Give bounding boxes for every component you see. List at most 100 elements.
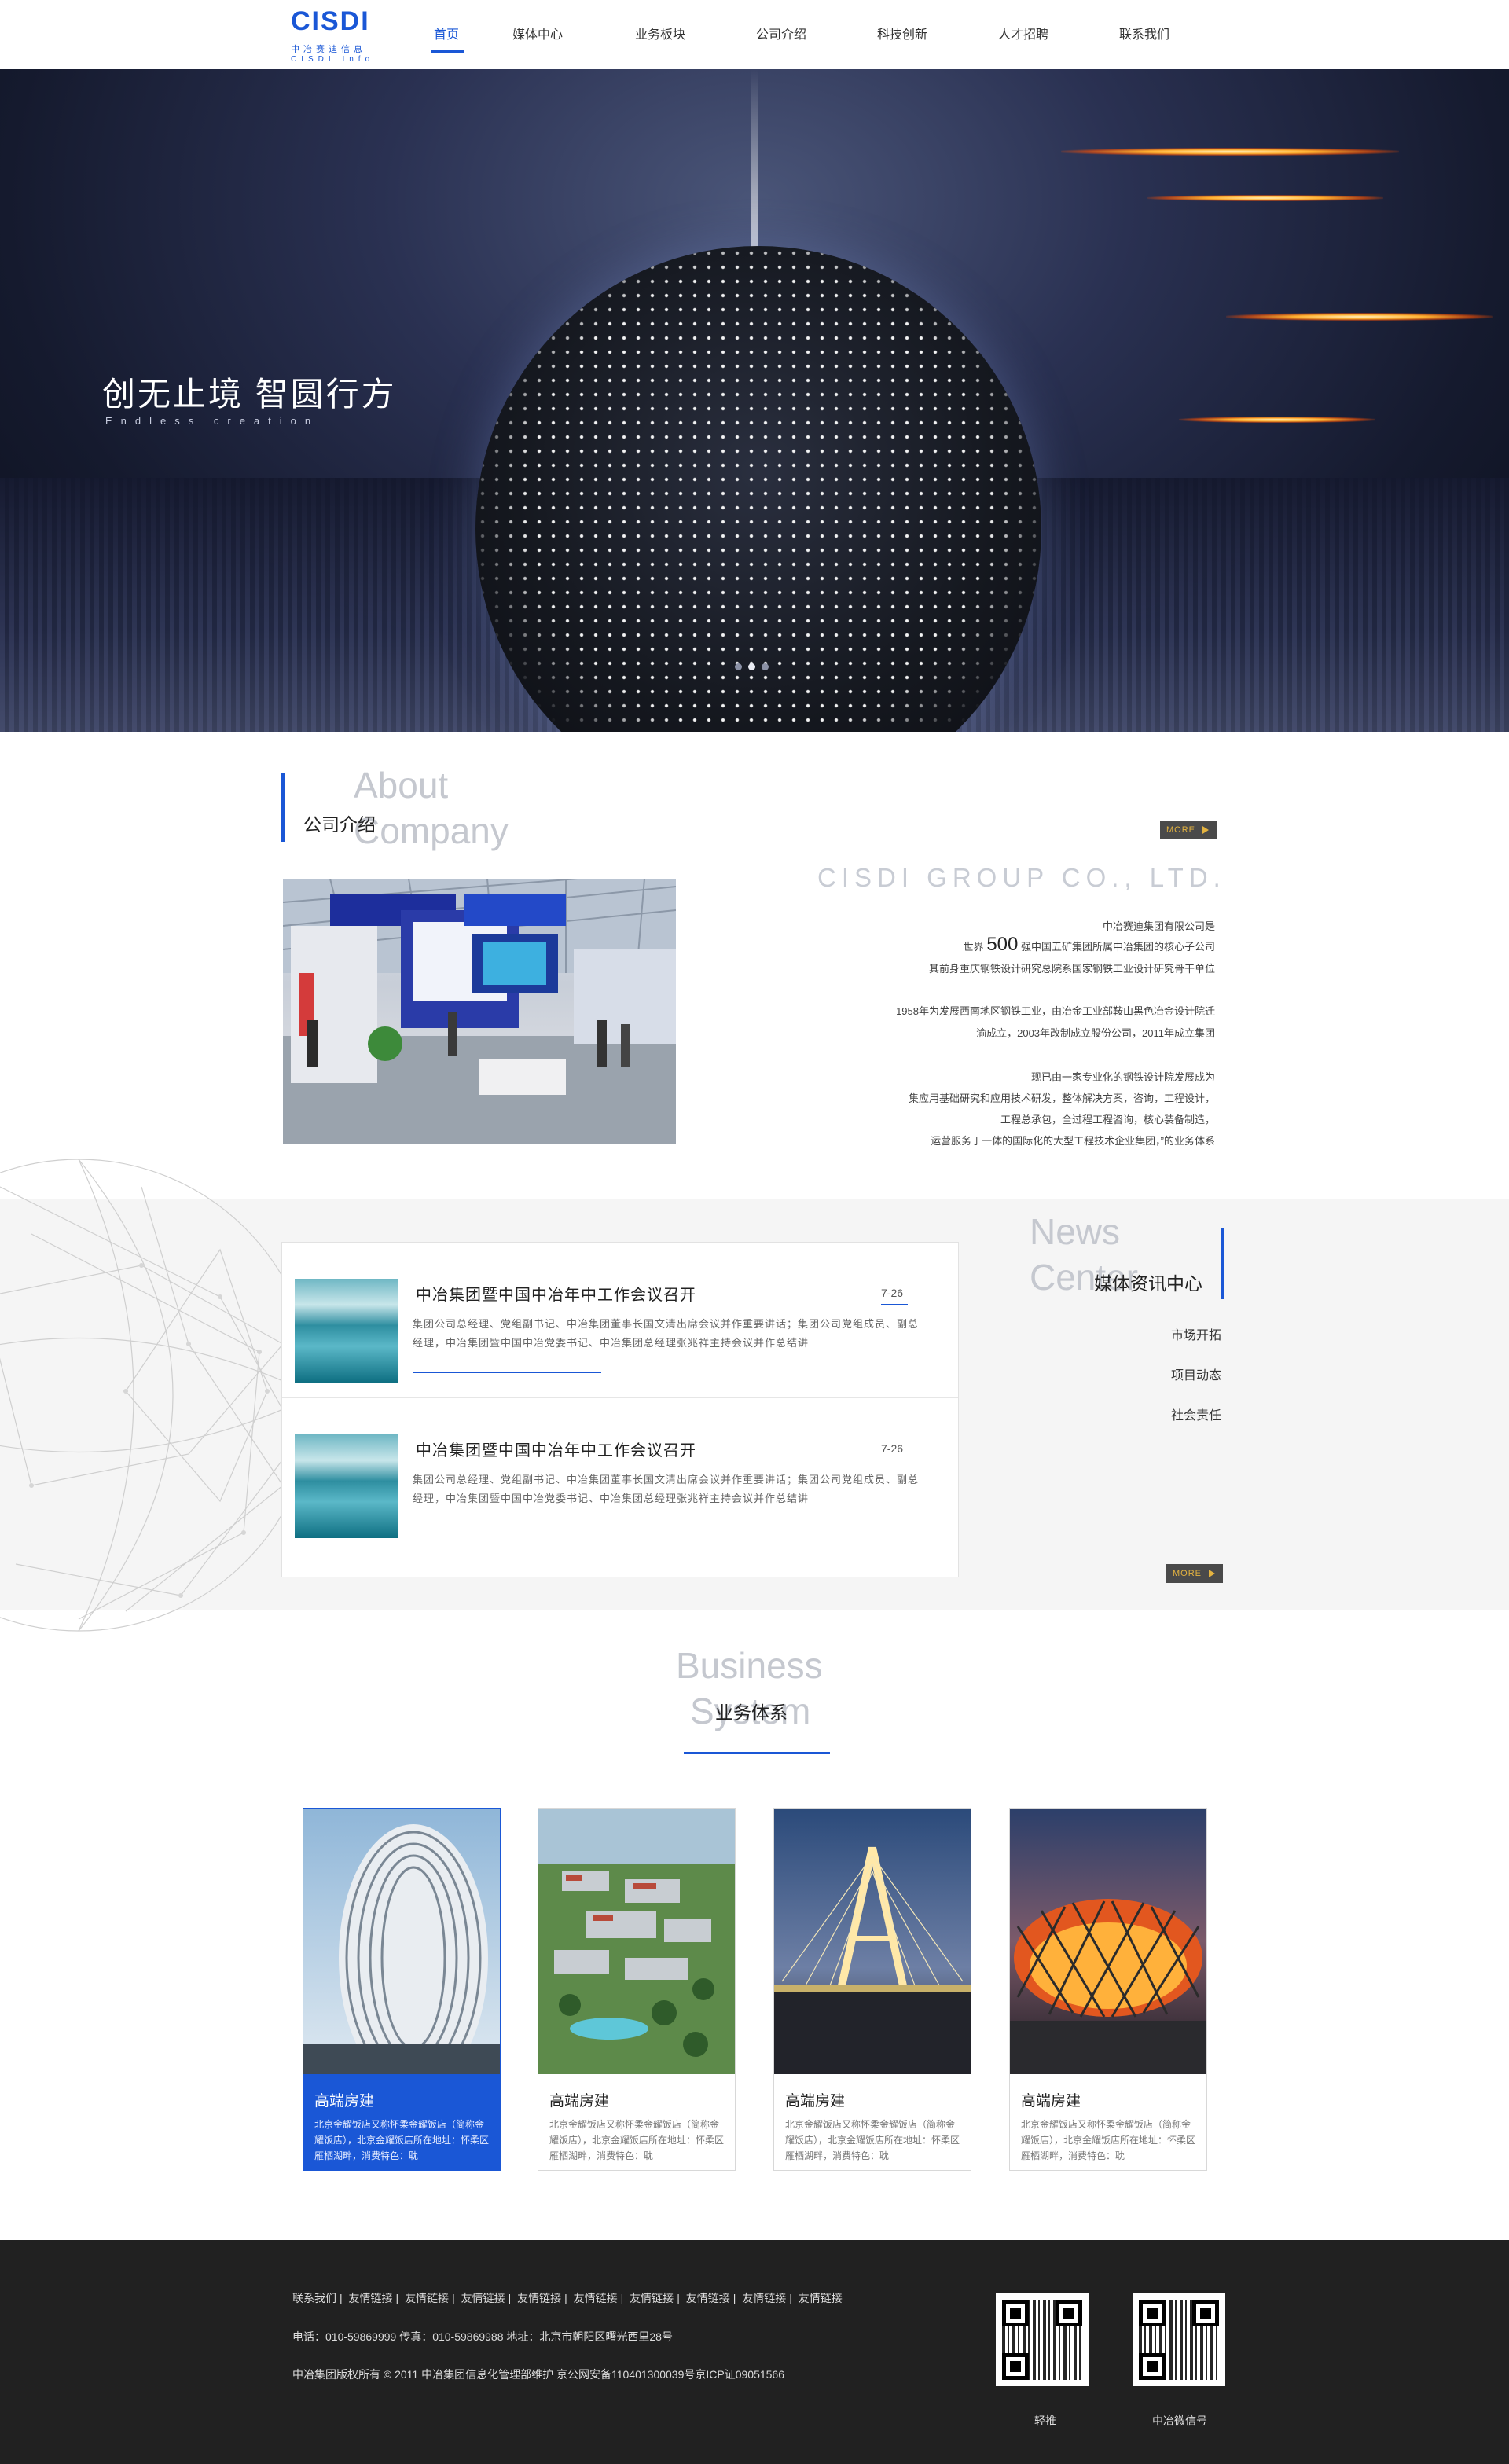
- business-card-desc: 北京金耀饭店又称怀柔金耀饭店（简称金耀饭店），北京金耀饭店所在地址：怀柔区雁栖湖…: [549, 2119, 725, 2161]
- news-heading: 媒体资讯中心: [1094, 1273, 1202, 1294]
- nav-home[interactable]: 首页: [434, 24, 459, 42]
- footer-links: 联系我们 | 友情链接 | 友情链接 | 友情链接 | 友情链接 | 友情链接 | 友情链接…: [292, 2290, 846, 2306]
- logo-cn-text: 中冶赛迪信息: [291, 45, 366, 54]
- news-category-social[interactable]: 社会责任: [1064, 1405, 1221, 1423]
- footer-link[interactable]: 友情链接: [630, 2292, 674, 2304]
- business-card-desc: 北京金耀饭店又称怀柔金耀饭店（简称金耀饭店），北京金耀饭店所在地址：怀柔区雁栖湖…: [314, 2119, 490, 2161]
- nav-about[interactable]: 公司介绍: [756, 24, 806, 42]
- footer-link[interactable]: 友情链接: [799, 2292, 843, 2304]
- news-category-projects[interactable]: 项目动态: [1064, 1364, 1221, 1383]
- arrow-right-icon: [1202, 826, 1209, 834]
- nav-careers[interactable]: 人才招聘: [998, 24, 1048, 42]
- news-more-label: MORE: [1173, 1569, 1202, 1578]
- business-card[interactable]: 高端房建 北京金耀饭店又称怀柔金耀饭店（简称金耀饭店），北京金耀饭店所在地址：怀…: [773, 1808, 971, 2171]
- news-title[interactable]: 中冶集团暨中国中冶年中工作会议召开: [416, 1282, 696, 1305]
- news-title[interactable]: 中冶集团暨中国中冶年中工作会议召开: [416, 1438, 696, 1460]
- about-text-line-3: 其前身重庆钢铁设计研究总院系国家钢铁工业设计研究骨干单位: [928, 963, 1215, 975]
- business-image-bridge: [774, 1809, 971, 2074]
- footer-separator: |: [620, 2292, 624, 2304]
- news-accent-bar: [1221, 1228, 1224, 1299]
- nav-active-indicator: [431, 50, 464, 53]
- company-logo[interactable]: CISDI 中冶赛迪信息 CISDI Info: [289, 6, 384, 66]
- hero-title: 创无止境 智圆行方: [102, 376, 397, 413]
- footer-link[interactable]: 友情链接: [686, 2292, 730, 2304]
- business-card-title: 高端房建: [1021, 2093, 1081, 2110]
- qr-label-wechat: 中冶微信号: [1152, 2414, 1207, 2427]
- news-list-card: 中冶集团暨中国中冶年中工作会议召开 7-26 集团公司总经理、党组副书记、中冶集…: [281, 1242, 959, 1577]
- news-thumbnail: [295, 1279, 398, 1383]
- about-heading: 公司介绍: [303, 814, 376, 835]
- nav-technology[interactable]: 科技创新: [877, 24, 927, 42]
- logo-wordmark: CISDI: [291, 6, 370, 36]
- business-card-title: 高端房建: [314, 2093, 375, 2110]
- logo-en-text: CISDI Info: [291, 55, 375, 64]
- footer-link[interactable]: 友情链接: [517, 2292, 561, 2304]
- about-text-line-8: 工程总承包，全过程工程咨询，核心装备制造，: [1000, 1114, 1215, 1126]
- about-heading-en-1: About: [354, 765, 449, 806]
- footer-link-contact[interactable]: 联系我们: [292, 2292, 336, 2304]
- about-text-line-5: 渝成立，2003年改制成立股份公司，2011年成立集团: [976, 1027, 1215, 1039]
- news-category-market[interactable]: 市场开拓: [1064, 1324, 1221, 1343]
- slider-dot-3[interactable]: [762, 663, 769, 670]
- hero-light-beam: [751, 69, 758, 274]
- about-text-line-6: 现已由一家专业化的钢铁设计院发展成为: [1030, 1071, 1215, 1083]
- qr-finder: [1002, 2300, 1029, 2326]
- group-name: CISDI GROUP CO., LTD.: [817, 863, 1226, 892]
- business-card-desc: 北京金耀饭店又称怀柔金耀饭店（简称金耀饭店），北京金耀饭店所在地址：怀柔区雁栖湖…: [1021, 2119, 1196, 2161]
- nav-business[interactable]: 业务板块: [635, 24, 685, 42]
- news-item[interactable]: 中冶集团暨中国中冶年中工作会议召开 7-26 集团公司总经理、党组副书记、中冶集…: [282, 1398, 958, 1552]
- news-item[interactable]: 中冶集团暨中国中冶年中工作会议召开 7-26 集团公司总经理、党组副书记、中冶集…: [282, 1243, 958, 1397]
- news-excerpt: 集团公司总经理、党组副书记、中冶集团董事长国文清出席会议并作重要讲话；集团公司党…: [413, 1318, 920, 1349]
- news-active-underline: [413, 1372, 601, 1373]
- footer-link[interactable]: 友情链接: [461, 2292, 505, 2304]
- business-card[interactable]: 高端房建 北京金耀饭店又称怀柔金耀饭店（简称金耀饭店），北京金耀饭店所在地址：怀…: [538, 1808, 736, 2171]
- footer-separator: |: [732, 2292, 736, 2304]
- business-heading-en-1: Business: [676, 1645, 823, 1686]
- business-image-hotel: [303, 1809, 500, 2074]
- site-footer: [0, 2240, 1509, 2464]
- nav-contact[interactable]: 联系我们: [1119, 24, 1169, 42]
- footer-link[interactable]: 友情链接: [742, 2292, 786, 2304]
- fortune-500-number: 500: [986, 934, 1019, 955]
- about-text-line-7: 集应用基础研究和应用技术研发，整体解决方案，咨询，工程设计，: [908, 1092, 1215, 1104]
- slider-dot-2[interactable]: [748, 663, 755, 670]
- qr-code-wechat: [1133, 2293, 1225, 2386]
- business-heading-underline: [684, 1752, 830, 1754]
- qr-finder: [1002, 2353, 1029, 2380]
- about-text-line-2-post: 强中国五矿集团所属中冶集团的核心子公司: [1020, 941, 1215, 953]
- news-more-button[interactable]: MORE: [1166, 1564, 1223, 1583]
- business-card[interactable]: 高端房建 北京金耀饭店又称怀柔金耀饭店（简称金耀饭店），北京金耀饭店所在地址：怀…: [303, 1808, 501, 2171]
- arrow-right-icon: [1209, 1570, 1215, 1577]
- footer-separator: |: [508, 2292, 512, 2304]
- about-accent-bar: [281, 773, 285, 842]
- about-text-line-9: 运营服务于一体的国际化的大型工程技术企业集团，”的业务体系: [931, 1135, 1215, 1147]
- news-date: 7-26: [881, 1442, 904, 1455]
- about-more-label: MORE: [1166, 825, 1195, 835]
- footer-separator: |: [564, 2292, 567, 2304]
- news-date-underline: [881, 1304, 908, 1305]
- business-card-title: 高端房建: [785, 2093, 846, 2110]
- footer-link[interactable]: 友情链接: [349, 2292, 393, 2304]
- footer-link[interactable]: 友情链接: [405, 2292, 449, 2304]
- qr-finder: [1056, 2300, 1082, 2326]
- footer-copyright: 中冶集团版权所有 © 2011 中冶集团信息化管理部维护 京公网安备110401…: [292, 2368, 784, 2381]
- footer-separator: |: [340, 2292, 343, 2304]
- news-date: 7-26: [881, 1287, 904, 1299]
- hero-sphere-dots: [475, 246, 1041, 732]
- qr-finder: [1192, 2300, 1219, 2326]
- about-text-line-4: 1958年为发展西南地区钢铁工业，由冶金工业部鞍山黑色冶金设计院迁: [896, 1005, 1215, 1017]
- business-card[interactable]: 高端房建 北京金耀饭店又称怀柔金耀饭店（简称金耀饭店），北京金耀饭店所在地址：怀…: [1009, 1808, 1207, 2171]
- about-heading-en-2: Company: [354, 810, 509, 851]
- hero-flare-3: [1226, 313, 1493, 321]
- news-heading-en-1: News: [1030, 1211, 1121, 1252]
- slider-dot-1[interactable]: [735, 663, 742, 670]
- about-more-button[interactable]: MORE: [1160, 821, 1217, 839]
- qr-code-weibo: [996, 2293, 1089, 2386]
- site-header: CISDI 中冶赛迪信息 CISDI Info 首页 媒体中心 业务板块 公司介…: [0, 0, 1509, 68]
- news-thumbnail: [295, 1434, 398, 1538]
- news-excerpt: 集团公司总经理、党组副书记、中冶集团董事长国文清出席会议并作重要讲话；集团公司党…: [413, 1474, 920, 1504]
- hero-flare-4: [1179, 417, 1375, 423]
- footer-link[interactable]: 友情链接: [574, 2292, 618, 2304]
- about-text-line-1: 中冶赛迪集团有限公司是: [1102, 920, 1215, 932]
- nav-media-center[interactable]: 媒体中心: [512, 24, 563, 42]
